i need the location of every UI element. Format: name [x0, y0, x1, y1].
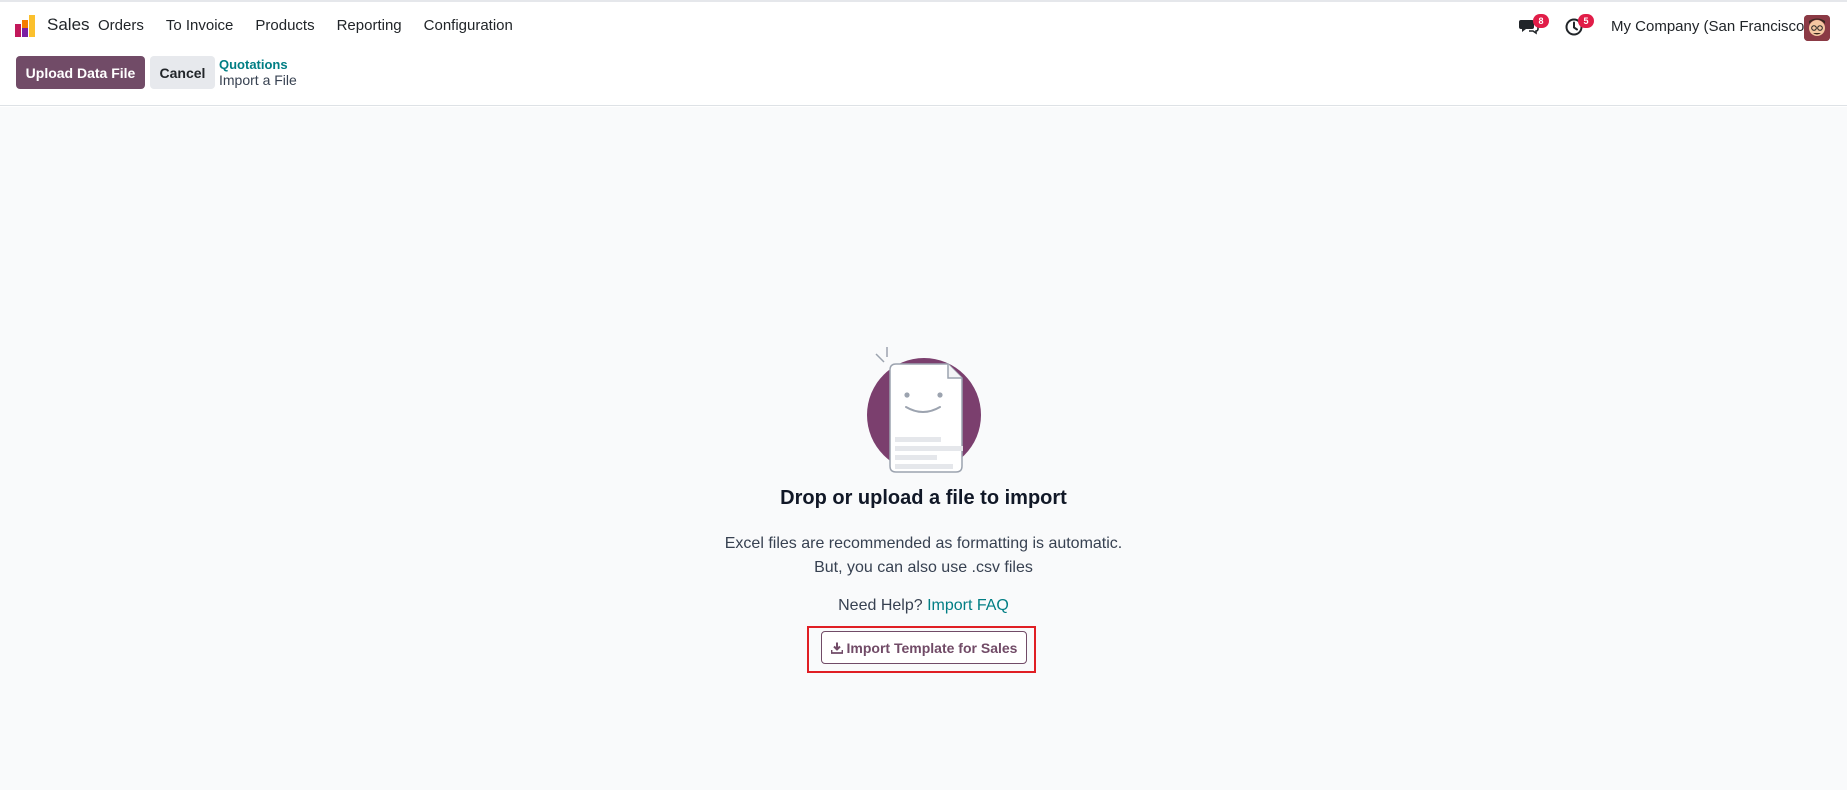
help-prefix: Need Help?: [838, 597, 923, 614]
breadcrumb-quotations[interactable]: Quotations: [219, 57, 297, 72]
menu-configuration[interactable]: Configuration: [424, 17, 513, 34]
activities-badge: 5: [1578, 14, 1594, 28]
main-menu: Orders To Invoice Products Reporting Con…: [98, 17, 535, 34]
menu-orders[interactable]: Orders: [98, 17, 144, 34]
empty-state-description: Excel files are recommended as formattin…: [0, 532, 1847, 580]
menu-products[interactable]: Products: [255, 17, 314, 34]
upload-data-file-button[interactable]: Upload Data File: [16, 56, 145, 89]
empty-state-title: Drop or upload a file to import: [780, 487, 1067, 509]
import-template-button[interactable]: Import Template for Sales: [821, 631, 1027, 664]
description-line-1: Excel files are recommended as formattin…: [724, 535, 1123, 552]
import-faq-link[interactable]: Import FAQ: [927, 597, 1009, 614]
import-dropzone[interactable]: Drop or upload a file to import Excel fi…: [0, 107, 1847, 790]
control-panel: Upload Data File Cancel Quotations Impor…: [0, 50, 1847, 106]
avatar-face-icon: [1804, 15, 1830, 41]
app-logo-icon[interactable]: [14, 14, 38, 38]
menu-to-invoice[interactable]: To Invoice: [166, 17, 234, 34]
user-avatar[interactable]: [1804, 15, 1830, 41]
top-navbar: Sales Orders To Invoice Products Reporti…: [0, 0, 1847, 50]
import-template-label: Import Template for Sales: [846, 639, 1018, 656]
app-name[interactable]: Sales: [47, 15, 90, 35]
messages-badge: 8: [1533, 14, 1549, 28]
cancel-button[interactable]: Cancel: [150, 56, 215, 89]
help-line: Need Help? Import FAQ: [0, 597, 1847, 615]
file-smiley-icon: [867, 347, 981, 473]
description-line-2: But, you can also use .csv files: [814, 559, 1033, 576]
company-switcher[interactable]: My Company (San Francisco): [1611, 18, 1809, 35]
download-icon: [830, 642, 843, 654]
breadcrumb-current: Import a File: [219, 72, 297, 88]
breadcrumb: Quotations Import a File: [219, 57, 297, 88]
menu-reporting[interactable]: Reporting: [337, 17, 402, 34]
